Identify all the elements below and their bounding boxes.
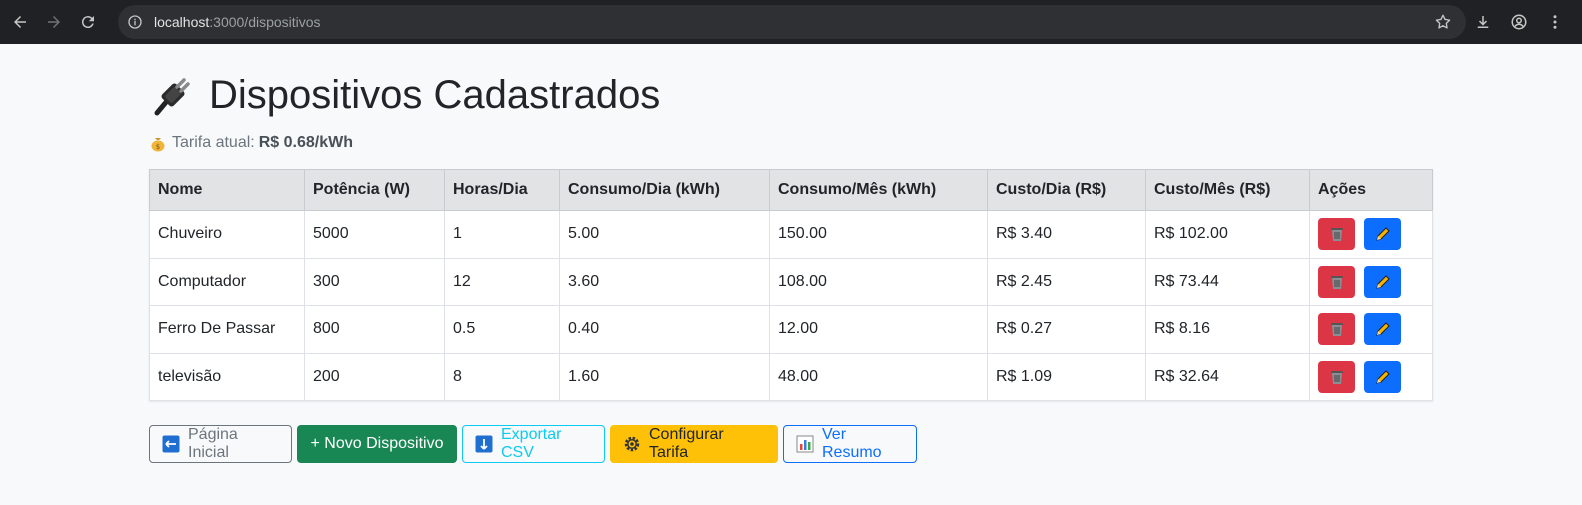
- delete-button[interactable]: [1318, 313, 1355, 346]
- forward-arrow-icon[interactable]: [37, 5, 71, 39]
- cell-consumo-mes: 48.00: [769, 352, 988, 401]
- tariff-value: R$ 0.68/kWh: [258, 134, 353, 151]
- table-row: Ferro De Passar 800 0.5 0.40 12.00 R$ 0.…: [149, 305, 1433, 354]
- trash-icon: [1330, 370, 1343, 384]
- cell-potencia: 800: [304, 305, 445, 354]
- bar-chart-icon: [796, 435, 814, 453]
- cell-consumo-mes: 108.00: [769, 257, 988, 306]
- cell-horas: 1: [444, 210, 560, 259]
- cell-custo-mes: R$ 102.00: [1145, 210, 1310, 259]
- cell-nome: Ferro De Passar: [149, 305, 305, 354]
- pencil-icon: [1375, 370, 1390, 384]
- home-button[interactable]: Página Inicial: [149, 425, 292, 463]
- column-header-nome: Nome: [149, 169, 305, 211]
- cell-nome: Chuveiro: [149, 210, 305, 259]
- tariff-info: $ Tarifa atual: R$ 0.68/kWh: [149, 132, 1433, 154]
- cell-custo-dia: R$ 3.40: [987, 210, 1146, 259]
- cell-custo-mes: R$ 8.16: [1145, 305, 1310, 354]
- edit-button[interactable]: [1364, 313, 1401, 346]
- column-header-custo-dia: Custo/Dia (R$): [987, 169, 1146, 211]
- site-info-icon[interactable]: [126, 13, 144, 31]
- view-summary-button[interactable]: Ver Resumo: [783, 425, 917, 463]
- column-header-custo-mes: Custo/Mês (R$): [1145, 169, 1310, 211]
- money-bag-icon: $: [151, 138, 165, 152]
- cell-custo-dia: R$ 1.09: [987, 352, 1146, 401]
- trash-icon: [1330, 275, 1343, 289]
- page-title-text: Dispositivos Cadastrados: [209, 72, 661, 117]
- cell-potencia: 5000: [304, 210, 445, 259]
- cell-nome: televisão: [149, 352, 305, 401]
- cell-custo-mes: R$ 32.64: [1145, 352, 1310, 401]
- electric-plug-icon: [151, 73, 195, 117]
- pencil-icon: [1375, 322, 1390, 336]
- column-header-consumo-dia: Consumo/Dia (kWh): [559, 169, 770, 211]
- new-device-button[interactable]: + Novo Dispositivo: [297, 425, 457, 463]
- tariff-label: Tarifa atual:: [172, 134, 255, 151]
- devices-table: Nome Potência (W) Horas/Dia Consumo/Dia …: [149, 169, 1433, 401]
- cell-consumo-dia: 1.60: [559, 352, 770, 401]
- column-header-potencia: Potência (W): [304, 169, 445, 211]
- edit-button[interactable]: [1364, 360, 1401, 393]
- cell-acoes: [1309, 257, 1433, 306]
- column-header-consumo-mes: Consumo/Mês (kWh): [769, 169, 988, 211]
- cell-potencia: 300: [304, 257, 445, 306]
- cell-horas: 12: [444, 257, 560, 306]
- cell-horas: 8: [444, 352, 560, 401]
- delete-button[interactable]: [1318, 265, 1355, 298]
- table-row: televisão 200 8 1.60 48.00 R$ 1.09 R$ 32…: [149, 352, 1433, 401]
- configure-tariff-label: Configurar Tarifa: [649, 426, 724, 461]
- configure-tariff-button[interactable]: Configurar Tarifa: [610, 425, 778, 463]
- main-content: Dispositivos Cadastrados $ Tarifa atual:…: [149, 44, 1433, 463]
- address-bar[interactable]: localhost:3000/dispositivos: [118, 5, 1466, 39]
- cell-horas: 0.5: [444, 305, 560, 354]
- cell-nome: Computador: [149, 257, 305, 306]
- pencil-icon: [1375, 275, 1390, 289]
- trash-icon: [1330, 323, 1343, 337]
- back-arrow-icon[interactable]: [3, 5, 37, 39]
- bookmark-star-icon[interactable]: [1434, 13, 1452, 31]
- menu-kebab-icon[interactable]: [1538, 5, 1572, 39]
- column-header-horas-dia: Horas/Dia: [444, 169, 560, 211]
- delete-button[interactable]: [1318, 360, 1355, 393]
- cell-custo-dia: R$ 2.45: [987, 257, 1146, 306]
- cell-consumo-dia: 3.60: [559, 257, 770, 306]
- cell-acoes: [1309, 305, 1433, 354]
- page-title: Dispositivos Cadastrados: [149, 72, 1433, 118]
- edit-button[interactable]: [1364, 218, 1401, 251]
- edit-button[interactable]: [1364, 265, 1401, 298]
- delete-button[interactable]: [1318, 218, 1355, 251]
- browser-toolbar: localhost:3000/dispositivos: [0, 0, 1582, 44]
- action-buttons-bar: Página Inicial + Novo Dispositivo Export…: [149, 425, 1433, 463]
- cell-acoes: [1309, 352, 1433, 401]
- download-icon[interactable]: [1466, 5, 1500, 39]
- export-csv-button[interactable]: Exportar CSV: [462, 425, 605, 463]
- url-text: localhost:3000/dispositivos: [154, 14, 321, 30]
- pencil-icon: [1375, 227, 1390, 241]
- cell-consumo-dia: 0.40: [559, 305, 770, 354]
- table-row: Computador 300 12 3.60 108.00 R$ 2.45 R$…: [149, 257, 1433, 306]
- cell-consumo-mes: 12.00: [769, 305, 988, 354]
- column-header-acoes: Ações: [1309, 169, 1433, 211]
- trash-icon: [1330, 228, 1343, 242]
- home-button-label: Página Inicial: [188, 426, 238, 461]
- profile-icon[interactable]: [1502, 5, 1536, 39]
- cell-custo-mes: R$ 73.44: [1145, 257, 1310, 306]
- cell-acoes: [1309, 210, 1433, 259]
- cell-consumo-mes: 150.00: [769, 210, 988, 259]
- svg-text:$: $: [156, 143, 160, 151]
- cell-potencia: 200: [304, 352, 445, 401]
- view-summary-label: Ver Resumo: [822, 426, 882, 461]
- cell-custo-dia: R$ 0.27: [987, 305, 1146, 354]
- back-arrow-icon: [162, 435, 180, 453]
- reload-icon[interactable]: [71, 5, 105, 39]
- table-row: Chuveiro 5000 1 5.00 150.00 R$ 3.40 R$ 1…: [149, 210, 1433, 259]
- new-device-label: + Novo Dispositivo: [310, 435, 444, 452]
- table-header-row: Nome Potência (W) Horas/Dia Consumo/Dia …: [149, 169, 1433, 211]
- export-csv-label: Exportar CSV: [501, 426, 562, 461]
- gear-icon: [623, 435, 641, 453]
- download-arrow-icon: [475, 435, 493, 453]
- cell-consumo-dia: 5.00: [559, 210, 770, 259]
